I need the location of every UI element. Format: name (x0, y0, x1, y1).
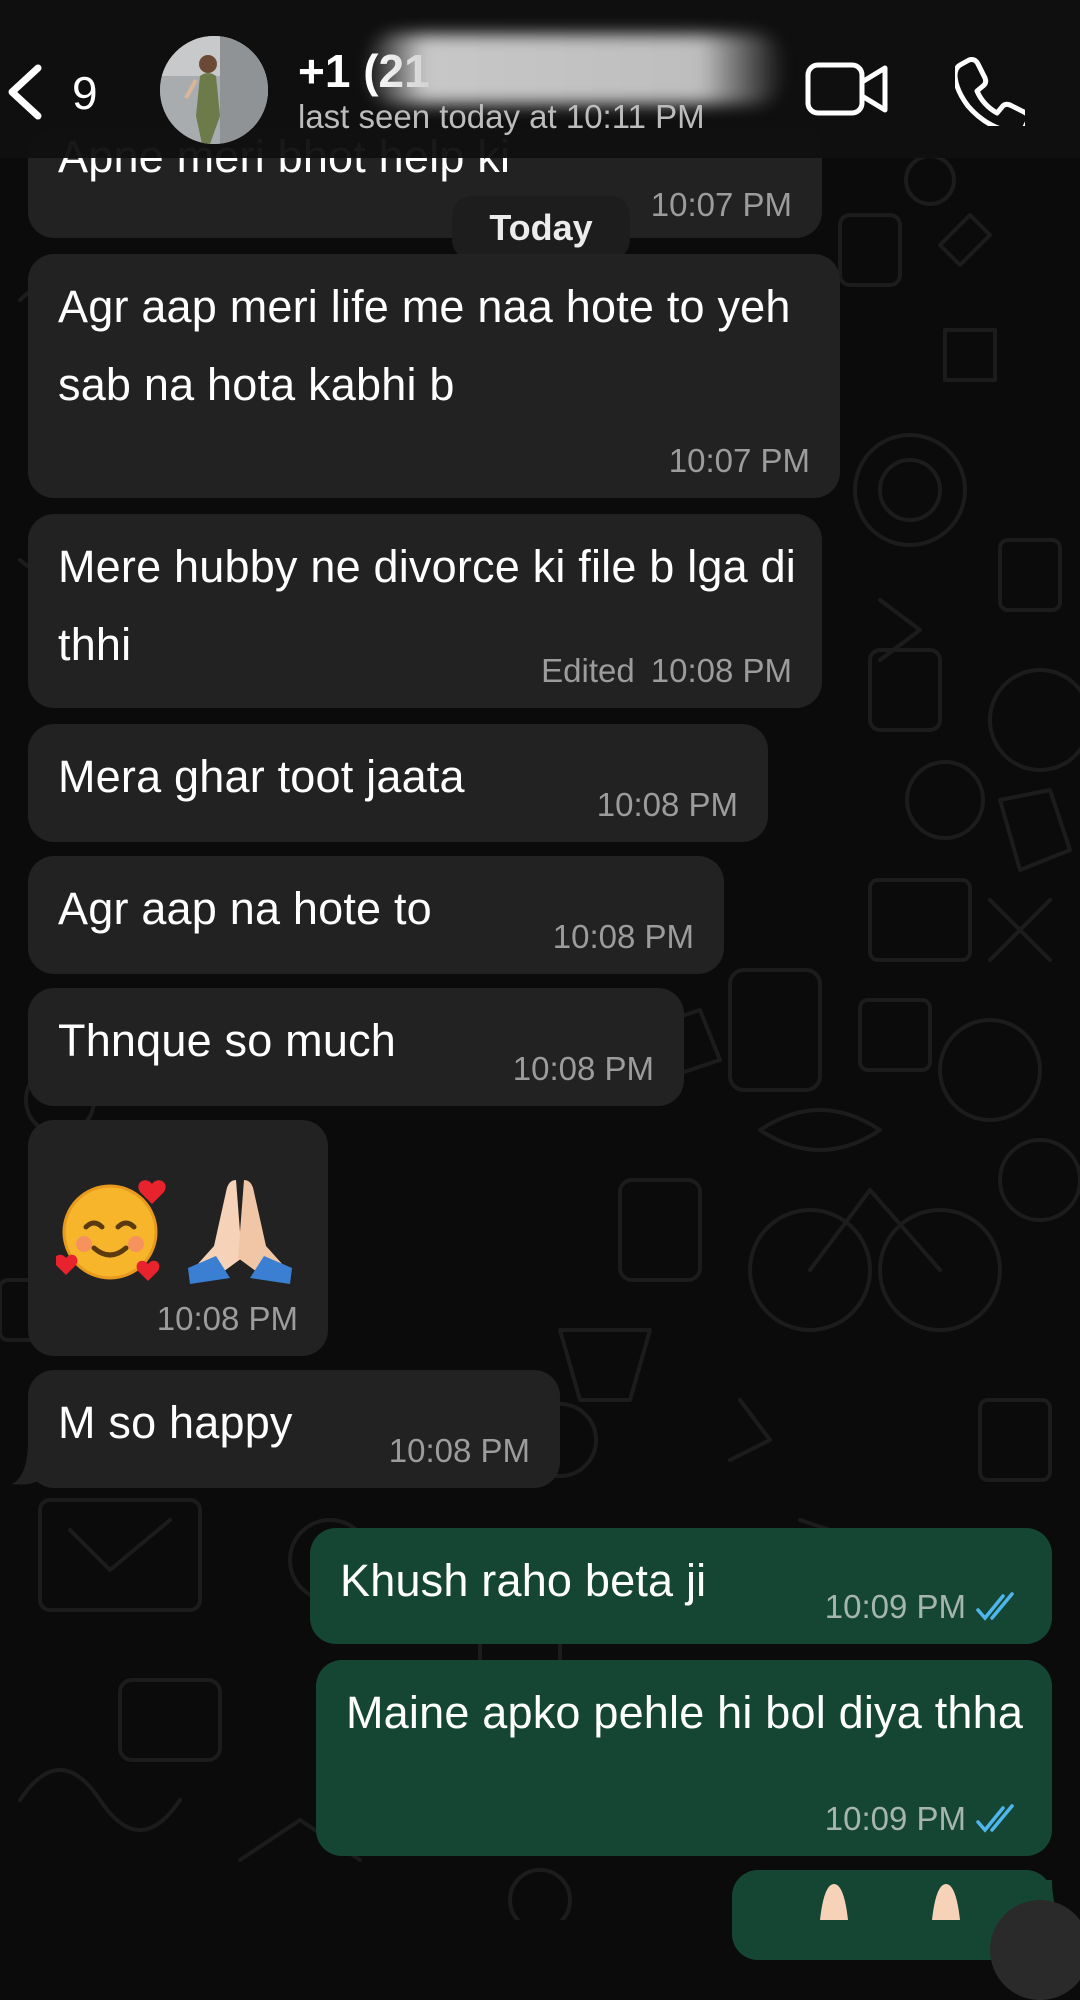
scroll-to-bottom-button[interactable] (990, 1900, 1080, 2000)
message-time: 10:08 PM (388, 1432, 530, 1469)
emoji-row (56, 1172, 296, 1284)
message-time: 10:07 PM (650, 186, 792, 223)
message-list[interactable]: Apne meri bhot help ki 10:07 PM Today Ag… (0, 0, 1080, 2000)
message-time: 10:08 PM (512, 1050, 654, 1087)
avatar-photo (160, 36, 268, 144)
chat-header: 9 +1 (21 last seen today at 10:11 PM (0, 0, 1080, 158)
smiling-face-with-hearts-icon (56, 1180, 166, 1281)
message-time: 10:08 PM (552, 918, 694, 955)
message-bubble-incoming[interactable]: M so happy 10:08 PM (28, 1370, 560, 1488)
message-time: Edited 10:08 PM (541, 652, 792, 689)
last-seen-status: last seen today at 10:11 PM (298, 98, 705, 135)
contact-avatar[interactable] (160, 36, 268, 144)
message-bubble-incoming[interactable]: Mera ghar toot jaata 10:08 PM (28, 724, 768, 842)
message-time: 10:09 PM (825, 1588, 1022, 1626)
message-bubble-incoming[interactable]: 10:08 PM (28, 1120, 328, 1356)
message-bubble-incoming[interactable]: Agr aap na hote to 10:08 PM (28, 856, 724, 974)
video-call-icon[interactable] (805, 60, 889, 118)
message-time: 10:09 PM (825, 1800, 1022, 1838)
bubble-tail (12, 1440, 40, 1485)
phone-call-icon[interactable] (955, 56, 1025, 126)
redaction-blur (365, 34, 785, 104)
message-bubble-incoming[interactable]: Mere hubby ne divorce ki file b lga di t… (28, 514, 822, 708)
read-receipt-icon (976, 1592, 1014, 1621)
message-bubble-outgoing[interactable]: Maine apko pehle hi bol diya thha 10:09 … (316, 1660, 1052, 1856)
folded-hands-icon (188, 1180, 292, 1284)
edited-label: Edited (541, 652, 635, 689)
read-receipt-icon (976, 1804, 1014, 1833)
folded-hands-icon (820, 1884, 960, 1920)
message-time: 10:07 PM (668, 442, 810, 479)
date-separator: Today (452, 196, 630, 260)
message-text: Agr aap meri life me naa hote to yeh sab… (58, 281, 791, 410)
message-time: 10:08 PM (596, 786, 738, 823)
unread-count[interactable]: 9 (72, 66, 98, 120)
message-text: Maine apko pehle hi bol diya thha (346, 1687, 1024, 1738)
message-bubble-outgoing[interactable]: Khush raho beta ji 10:09 PM (310, 1528, 1052, 1644)
back-chevron-icon[interactable] (4, 62, 44, 122)
message-time: 10:08 PM (156, 1300, 298, 1337)
message-bubble-incoming[interactable]: Agr aap meri life me naa hote to yeh sab… (28, 254, 840, 498)
message-bubble-incoming[interactable]: Thnque so much 10:08 PM (28, 988, 684, 1106)
